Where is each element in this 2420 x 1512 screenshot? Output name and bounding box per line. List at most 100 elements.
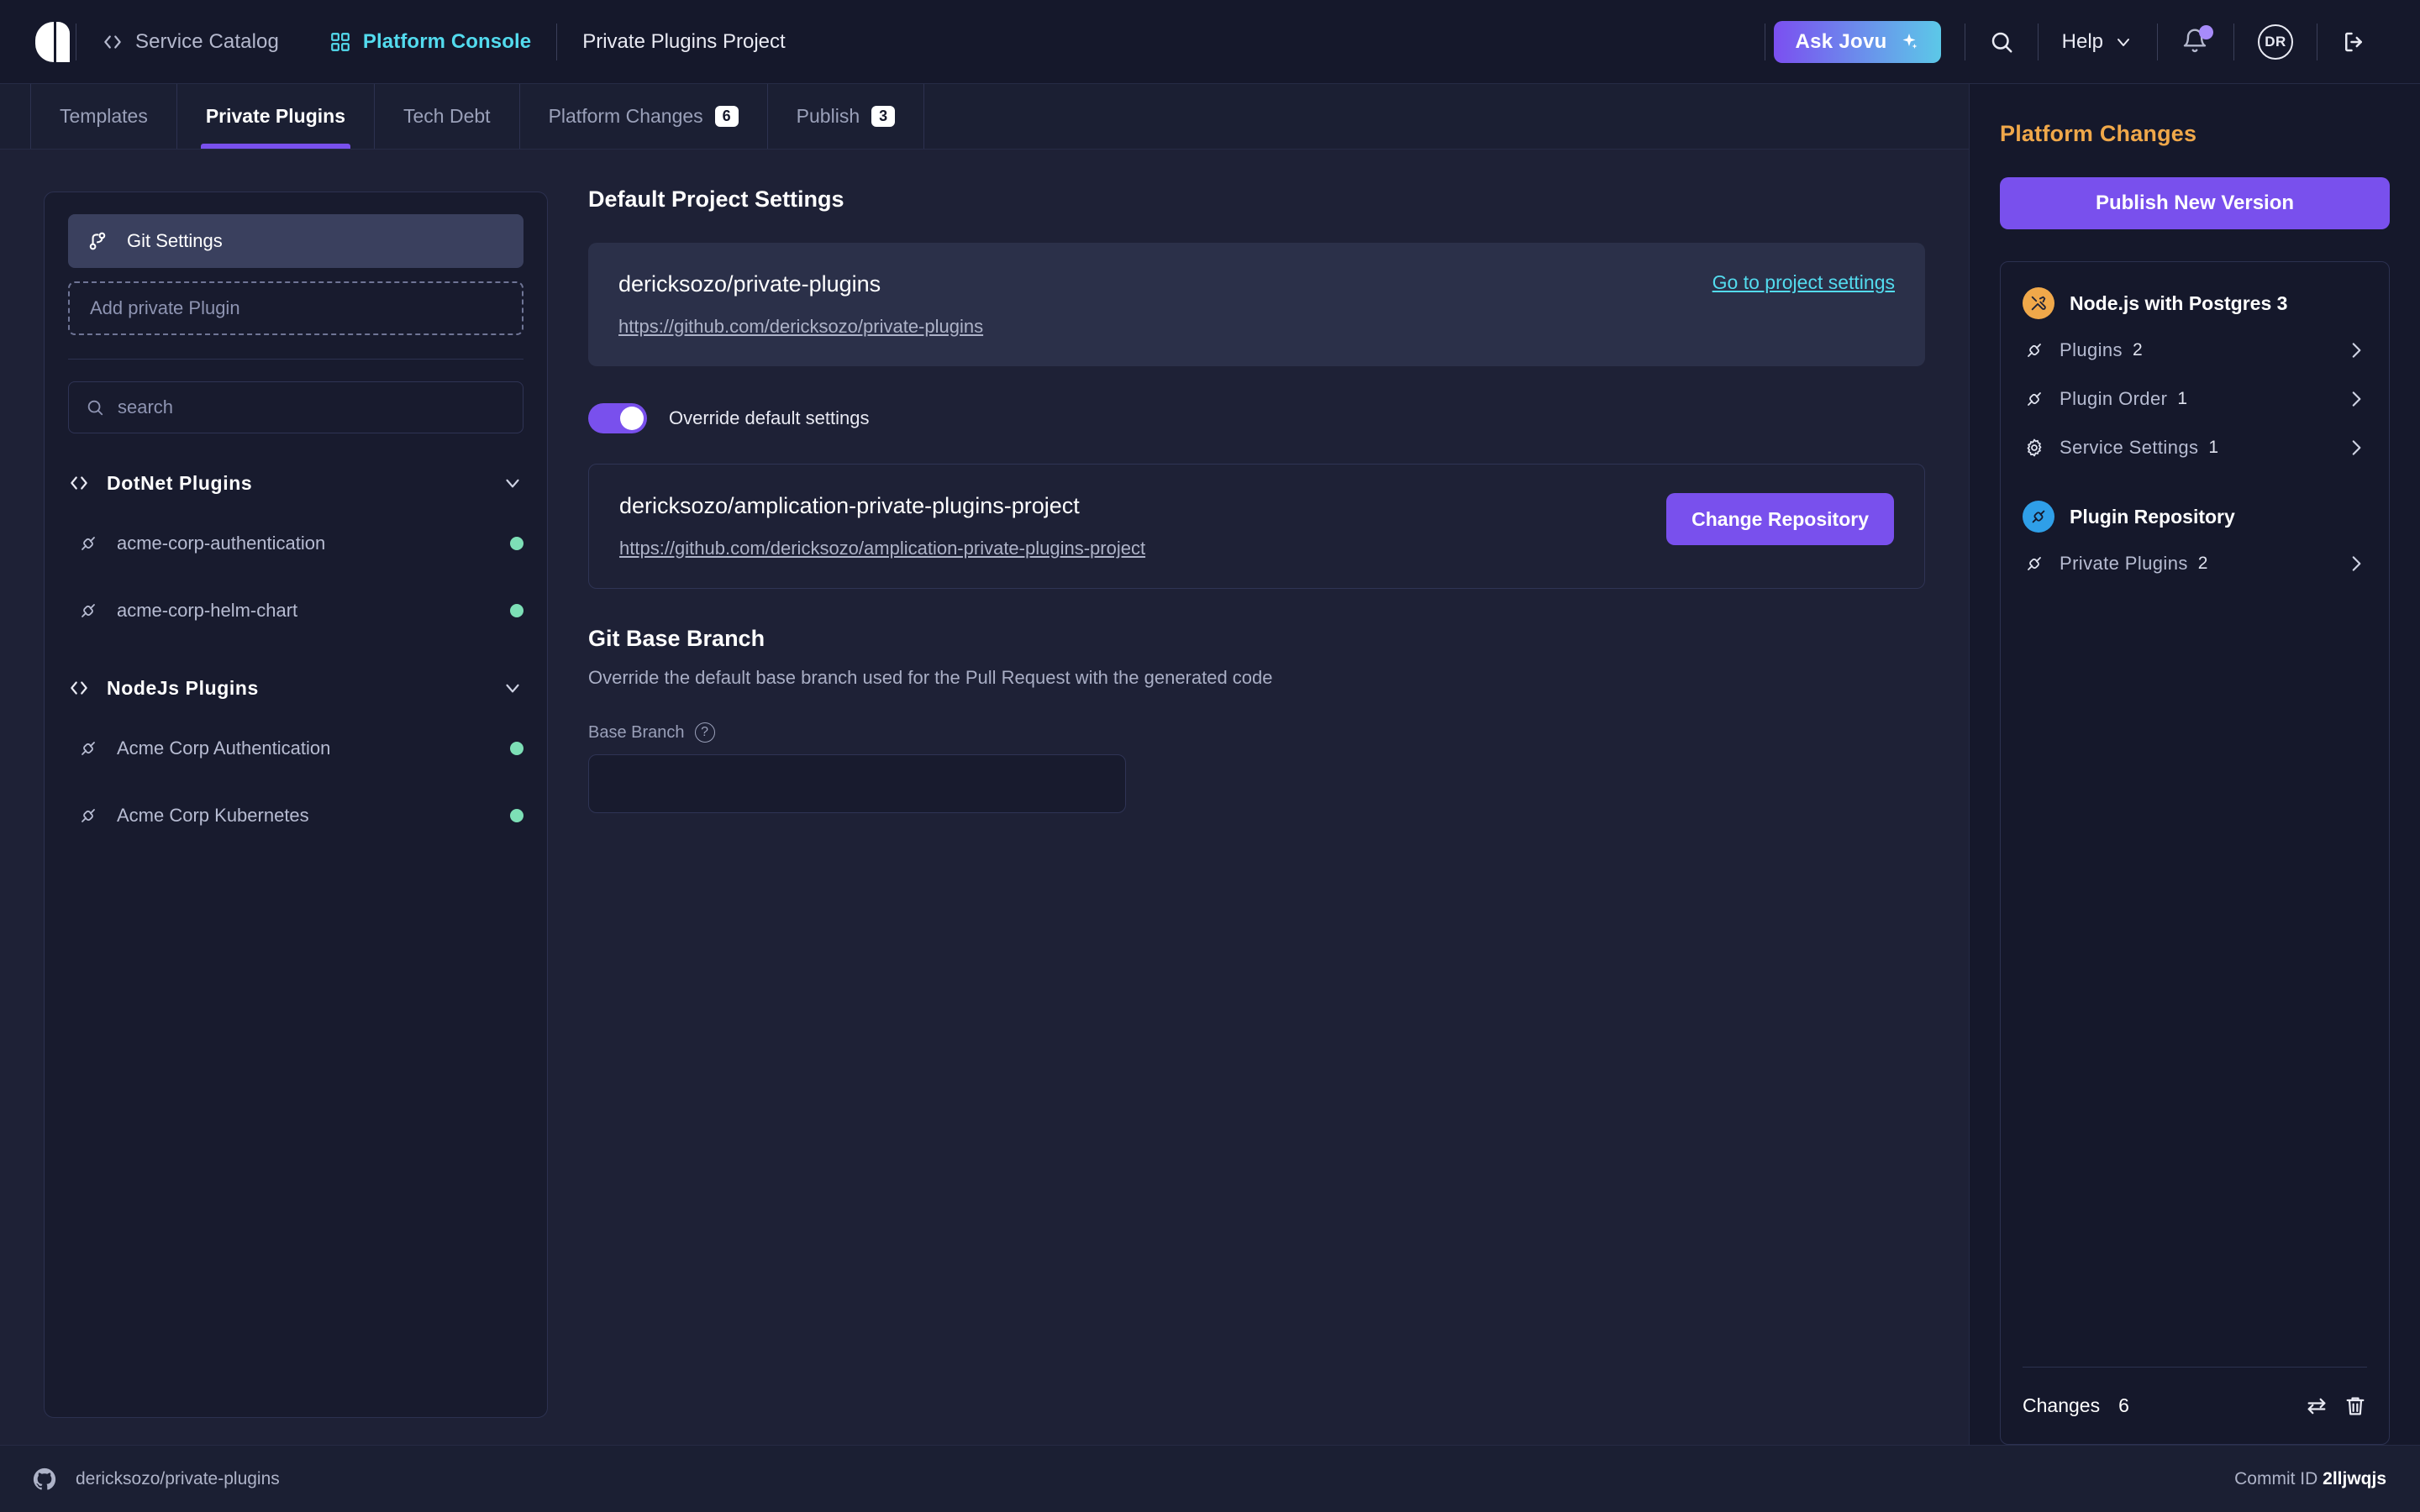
plugin-list-item[interactable]: Acme Corp Kubernetes [68, 788, 523, 843]
help-menu[interactable]: Help [2039, 0, 2157, 84]
notifications-button[interactable] [2158, 0, 2233, 84]
git-base-branch-title: Git Base Branch [588, 626, 765, 651]
plugin-icon [78, 806, 98, 826]
code-brackets-icon [68, 472, 90, 494]
plugin-icon [2023, 501, 2054, 533]
resource-header[interactable]: Node.js with Postgres 3 [2023, 287, 2367, 319]
change-row-private-plugins[interactable]: Private Plugins 2 [2023, 539, 2367, 588]
nav-label: Platform Console [362, 29, 532, 53]
plugin-search[interactable] [68, 381, 523, 433]
change-label: Service Settings [2060, 437, 2199, 458]
compare-arrows-icon[interactable] [2305, 1394, 2328, 1418]
plugin-icon [2024, 554, 2044, 574]
git-branch-icon [87, 230, 108, 252]
sparkle-icon [1899, 32, 1919, 52]
help-label: Help [2061, 29, 2103, 53]
chevron-down-icon[interactable] [502, 677, 523, 699]
search-input[interactable] [118, 396, 506, 418]
override-repo-card: dericksozo/amplication-private-plugins-p… [588, 464, 1925, 589]
change-count: 1 [2208, 438, 2219, 457]
nav-platform-console[interactable]: Platform Console [304, 0, 556, 84]
go-to-project-settings-link[interactable]: Go to project settings [1712, 271, 1895, 294]
tab-private-plugins[interactable]: Private Plugins [177, 84, 375, 149]
plugin-group-nodejs[interactable]: NodeJs Plugins [68, 667, 523, 709]
plugin-list-item[interactable]: acme-corp-helm-chart [68, 583, 523, 638]
tab-templates[interactable]: Templates [30, 84, 177, 149]
change-label: Plugins [2060, 339, 2123, 360]
search-icon [1989, 29, 2014, 55]
project-title: Private Plugins Project [582, 29, 786, 53]
footer-repo-label: dericksozo/private-plugins [76, 1468, 280, 1488]
default-repo-card: dericksozo/private-plugins https://githu… [588, 243, 1925, 366]
status-bar: dericksozo/private-plugins Commit ID 2ll… [0, 1445, 2420, 1512]
changes-footer-count: 6 [2118, 1394, 2129, 1416]
change-row-plugins[interactable]: Plugins 2 [2023, 326, 2367, 375]
left-column: Templates Private Plugins Tech Debt Plat… [0, 84, 1970, 1445]
logout-icon [2341, 29, 2366, 55]
change-row-plugin-order[interactable]: Plugin Order 1 [2023, 375, 2367, 423]
change-label: Private Plugins [2060, 553, 2188, 574]
status-dot [510, 537, 523, 550]
nav-service-catalog[interactable]: Service Catalog [76, 0, 304, 84]
repo-status[interactable]: dericksozo/private-plugins [32, 1467, 280, 1492]
tab-publish[interactable]: Publish 3 [768, 84, 925, 149]
chevron-down-icon[interactable] [502, 472, 523, 494]
plugin-label: acme-corp-helm-chart [117, 600, 298, 621]
commit-id: 2lljwqjs [2323, 1468, 2386, 1488]
git-settings-label: Git Settings [127, 230, 223, 251]
tab-label: Publish [796, 105, 860, 127]
chevron-right-icon[interactable] [2345, 339, 2367, 361]
trash-icon[interactable] [2344, 1394, 2367, 1418]
override-repo-url[interactable]: https://github.com/dericksozo/amplicatio… [619, 538, 1145, 559]
override-toggle-label: Override default settings [669, 407, 870, 428]
base-branch-input[interactable] [588, 754, 1126, 813]
change-repository-button[interactable]: Change Repository [1666, 493, 1894, 545]
git-settings-item[interactable]: Git Settings [68, 214, 523, 268]
status-dot [510, 809, 523, 822]
github-icon [32, 1467, 57, 1492]
search-button[interactable] [1965, 0, 2038, 84]
tab-label: Platform Changes [548, 105, 703, 127]
default-project-settings-title: Default Project Settings [588, 186, 844, 212]
user-avatar-button[interactable]: DR [2234, 0, 2317, 84]
top-bar: Service Catalog Platform Console Private… [0, 0, 2420, 84]
add-private-plugin-button[interactable]: Add private Plugin [68, 281, 523, 335]
publish-new-version-button[interactable]: Publish New Version [2000, 177, 2390, 229]
gear-icon [2024, 438, 2044, 458]
git-base-branch-description: Override the default base branch used fo… [588, 667, 1273, 688]
code-brackets-icon [102, 31, 124, 53]
repository-name: Plugin Repository [2070, 505, 2235, 528]
chevron-right-icon[interactable] [2345, 437, 2367, 459]
plugin-list-item[interactable]: Acme Corp Authentication [68, 721, 523, 776]
changes-card: Node.js with Postgres 3 Plugins 2 Plugin… [2000, 261, 2390, 1445]
plugin-group-dotnet[interactable]: DotNet Plugins [68, 462, 523, 504]
tab-label: Private Plugins [205, 105, 345, 127]
tab-tech-debt[interactable]: Tech Debt [375, 84, 520, 149]
plugin-list-item[interactable]: acme-corp-authentication [68, 516, 523, 571]
plugin-label: Acme Corp Authentication [117, 738, 331, 759]
override-toggle[interactable] [588, 403, 647, 433]
ask-jovu-button[interactable]: Ask Jovu [1773, 20, 1941, 63]
question-mark-icon[interactable]: ? [694, 722, 715, 743]
tab-platform-changes[interactable]: Platform Changes 6 [520, 84, 768, 149]
chevron-right-icon[interactable] [2345, 388, 2367, 410]
plugins-panel: Git Settings Add private Plugin search D… [44, 192, 548, 1418]
resource-name: Node.js with Postgres 3 [2070, 291, 2288, 314]
plugin-icon [78, 601, 98, 621]
chevron-right-icon[interactable] [2345, 553, 2367, 575]
chevron-down-icon [2113, 32, 2133, 52]
repository-header[interactable]: Plugin Repository [2023, 501, 2367, 533]
default-repo-url[interactable]: https://github.com/dericksozo/private-pl… [618, 316, 983, 338]
change-count: 2 [2197, 554, 2208, 573]
amplication-logo[interactable] [29, 21, 76, 62]
base-branch-label: Base Branch [588, 722, 685, 742]
workspace: Git Settings Add private Plugin search D… [0, 150, 1969, 1445]
commit-label: Commit ID [2234, 1468, 2318, 1488]
change-row-service-settings[interactable]: Service Settings 1 [2023, 423, 2367, 472]
ask-jovu-label: Ask Jovu [1795, 29, 1887, 53]
plugin-label: Acme Corp Kubernetes [117, 805, 309, 826]
default-repo-name: dericksozo/private-plugins [618, 271, 881, 297]
override-default-settings-row: Override default settings [588, 403, 1925, 433]
logout-button[interactable] [2317, 0, 2390, 84]
